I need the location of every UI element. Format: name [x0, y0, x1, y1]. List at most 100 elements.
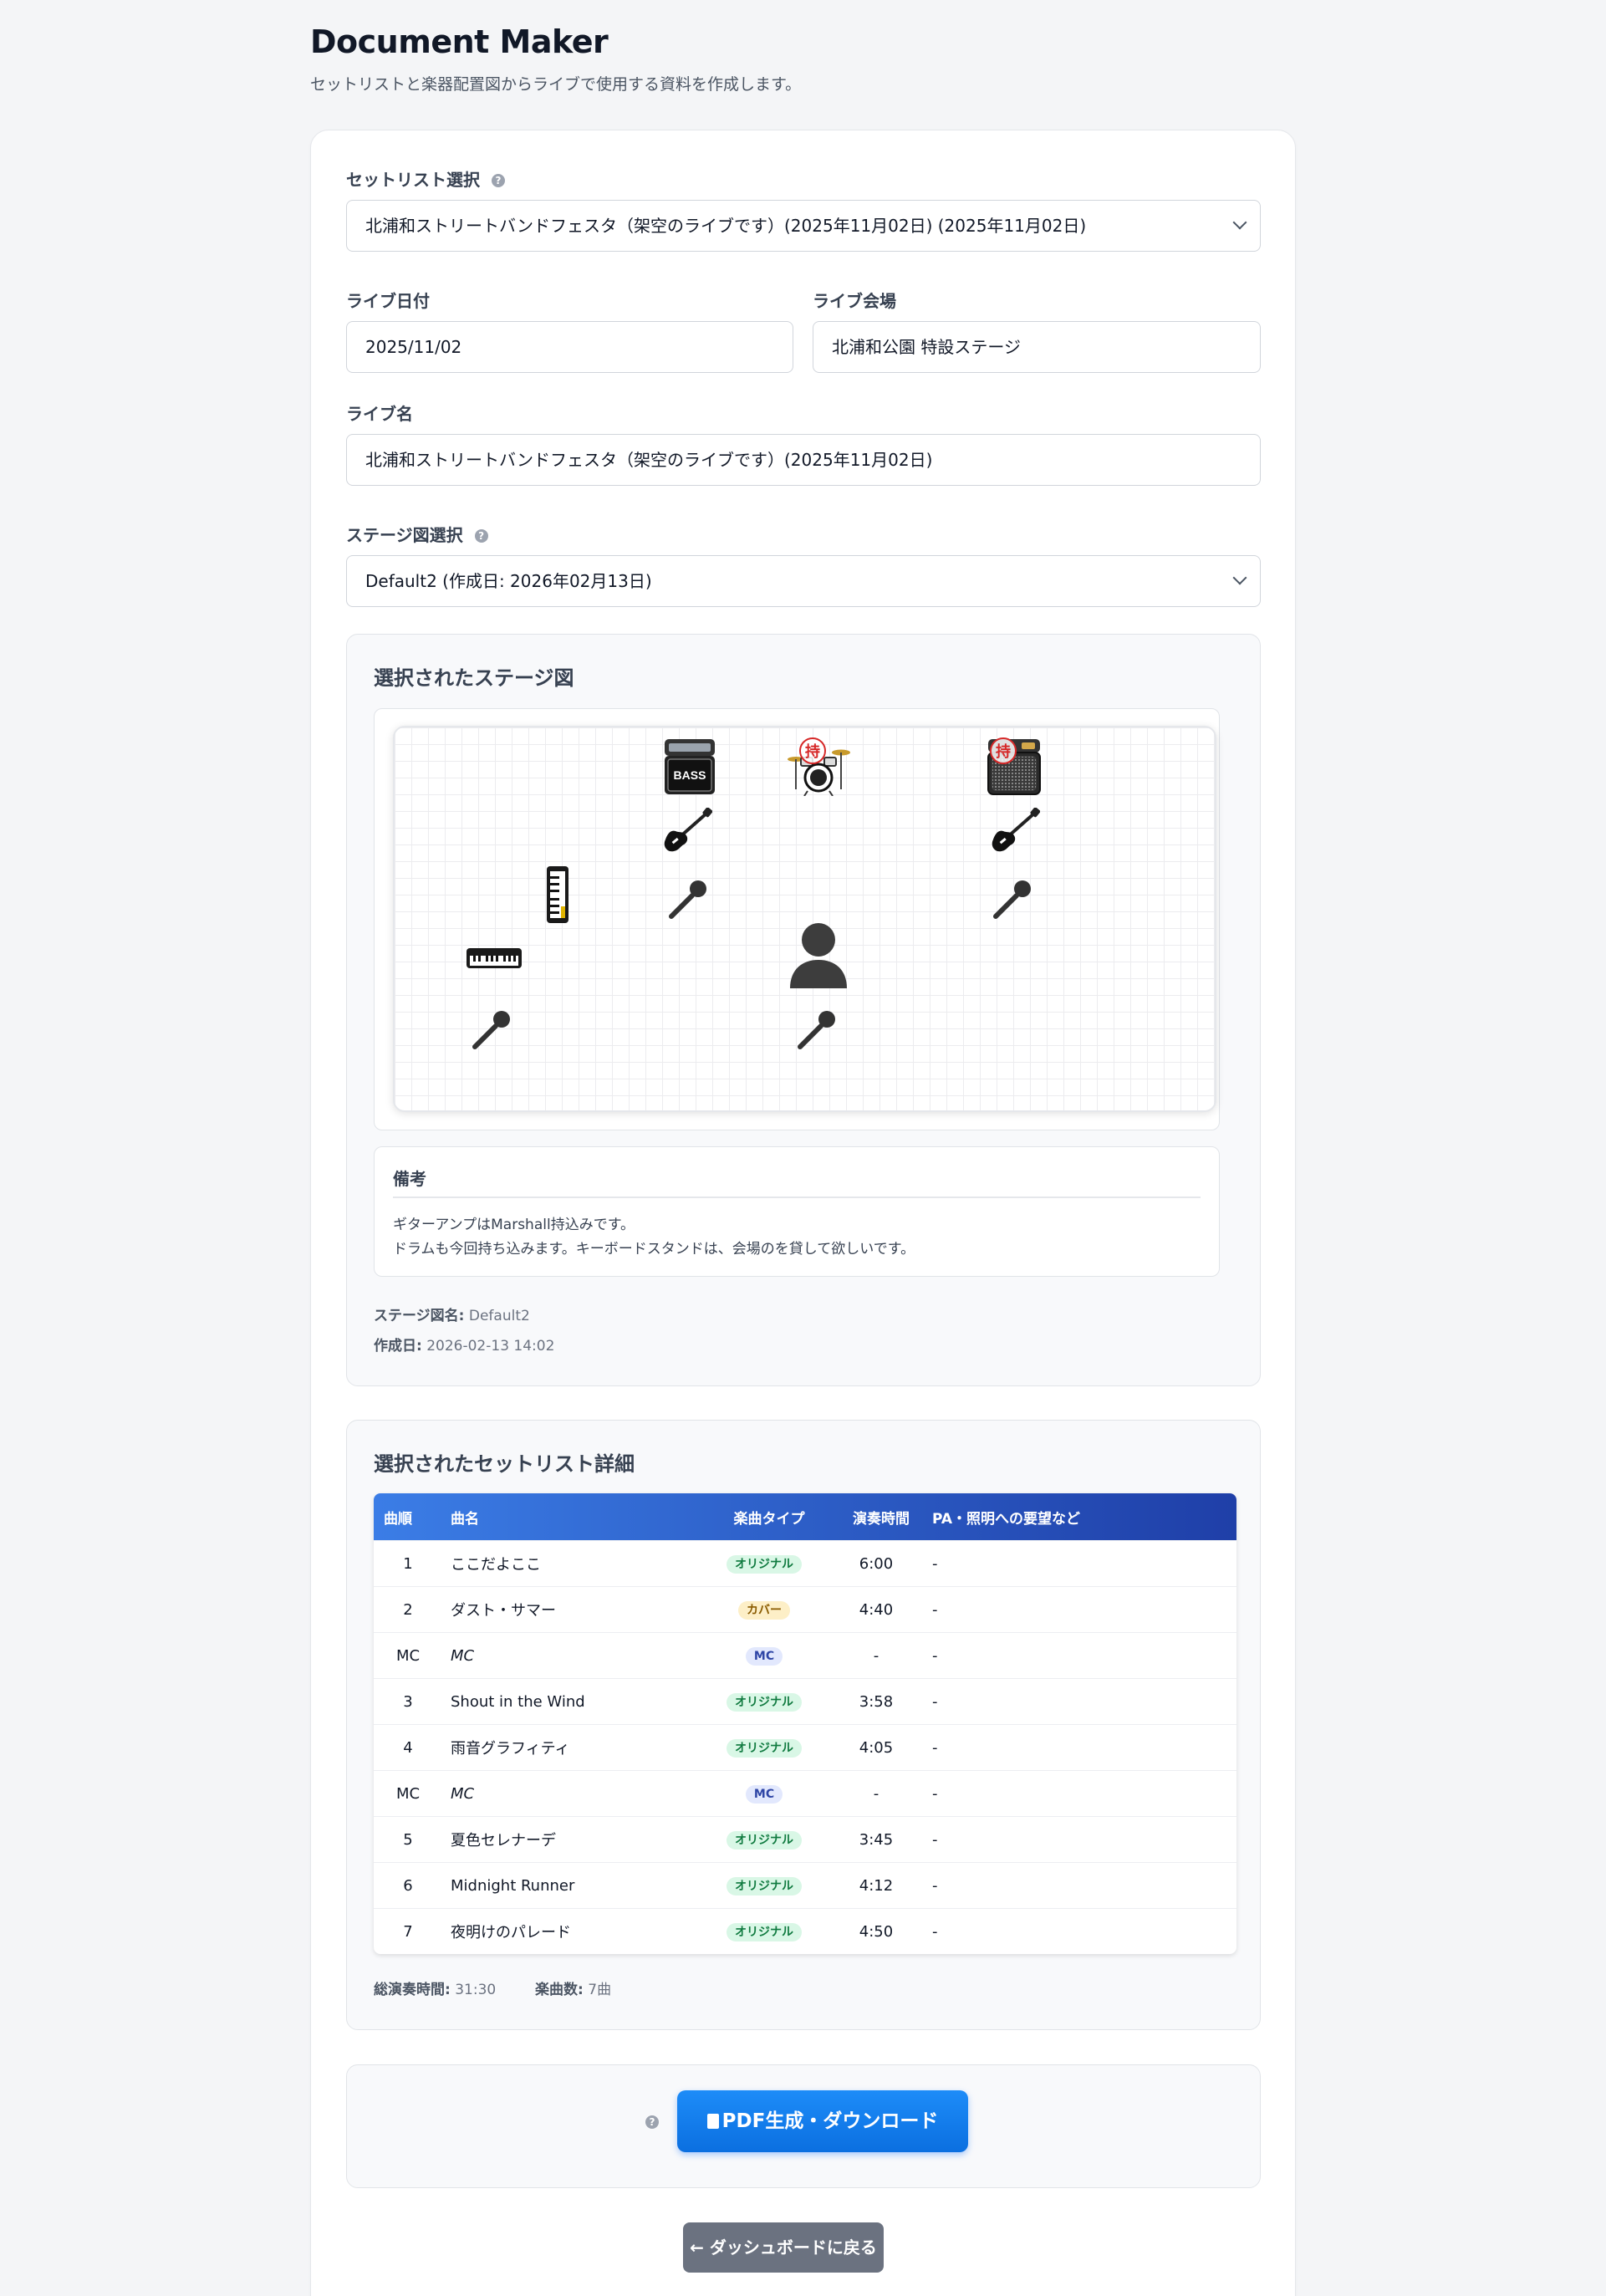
pdf-panel: ? PDF生成・ダウンロード: [346, 2064, 1261, 2188]
song-order: MC: [374, 1632, 442, 1678]
setlist-panel: 選択されたセットリスト詳細 曲順 曲名 楽曲タイプ 演奏時間 PA・照明への要望…: [346, 1420, 1261, 2030]
microphone-icon: [472, 1011, 510, 1049]
table-row: MC MC MC - -: [374, 1770, 1236, 1816]
song-order: 4: [374, 1724, 442, 1770]
pa-request: -: [922, 1540, 1236, 1586]
bass-guitar-icon: [664, 808, 712, 852]
song-order: 7: [374, 1908, 442, 1954]
chevron-down-icon: [1232, 570, 1247, 585]
help-icon[interactable]: ?: [492, 174, 505, 187]
back-to-dashboard-button[interactable]: ← ダッシュボードに戻る: [683, 2222, 884, 2273]
song-order: 1: [374, 1540, 442, 1586]
pa-request: -: [922, 1862, 1236, 1908]
drums-icon: 持: [788, 737, 850, 796]
song-title: ここだよここ: [442, 1540, 698, 1586]
bass-amp-label: BASS: [674, 768, 706, 782]
setlist-summary: 総演奏時間: 31:30 楽曲数: 7曲: [374, 1982, 612, 1998]
song-type-badge: オリジナル: [727, 1692, 802, 1712]
stage-panel: 選択されたステージ図 BASS 持 持 備考 ギターアンプはMarshall持込…: [346, 634, 1261, 1386]
song-title: ダスト・サマー: [442, 1586, 698, 1632]
table-row: 7 夜明けのパレード オリジナル 4:50 -: [374, 1908, 1236, 1954]
table-row: 3 Shout in the Wind オリジナル 3:58 -: [374, 1678, 1236, 1724]
pa-request: -: [922, 1632, 1236, 1678]
song-order: 3: [374, 1678, 442, 1724]
stage-meta-date: 作成日: 2026-02-13 14:02: [374, 1338, 555, 1355]
venue-label: ライブ会場: [813, 291, 896, 311]
person-icon: [790, 923, 847, 988]
column-header: PA・照明への要望など: [932, 1510, 1081, 1528]
stage-diagram: BASS 持 持: [393, 726, 1216, 1112]
own-equipment-mark: 持: [996, 742, 1011, 761]
date-input[interactable]: 2025/11/02: [346, 321, 793, 373]
setlist-table: 曲順 曲名 楽曲タイプ 演奏時間 PA・照明への要望など 1 ここだよここ オリ…: [374, 1493, 1236, 1954]
song-title: Shout in the Wind: [442, 1678, 698, 1724]
notes-line: ギターアンプはMarshall持込みです。: [393, 1217, 635, 1233]
table-row: MC MC MC - -: [374, 1632, 1236, 1678]
stage-notes: 備考 ギターアンプはMarshall持込みです。 ドラムも今回持ち込みます。キー…: [374, 1146, 1220, 1277]
live-name-label: ライブ名: [346, 404, 413, 424]
stage-panel-title: 選択されたステージ図: [374, 666, 574, 690]
song-title: 夏色セレナーデ: [442, 1816, 698, 1862]
guitar-icon: [992, 808, 1040, 852]
song-order: 2: [374, 1586, 442, 1632]
song-type-badge: オリジナル: [727, 1738, 802, 1758]
page-title: Document Maker: [310, 23, 609, 60]
song-title: MC: [442, 1632, 698, 1678]
table-row: 6 Midnight Runner オリジナル 4:12 -: [374, 1862, 1236, 1908]
bass-amp-icon: BASS: [665, 739, 715, 794]
file-pdf-icon: [706, 2114, 719, 2129]
notes-line: ドラムも今回持ち込みます。キーボードスタンドは、会場のを貸して欲しいです。: [393, 1241, 915, 1258]
song-order: 6: [374, 1862, 442, 1908]
song-type-badge: MC: [745, 1646, 783, 1666]
pa-request: -: [922, 1678, 1236, 1724]
song-count: 7曲: [588, 1982, 612, 1998]
microphone-icon: [798, 1011, 835, 1049]
song-order: 5: [374, 1816, 442, 1862]
song-duration: 6:00: [830, 1540, 922, 1586]
stage-select-label: ステージ図選択?: [346, 522, 488, 546]
setlist-select[interactable]: 北浦和ストリートバンドフェスタ（架空のライブです）(2025年11月02日) (…: [346, 200, 1261, 252]
table-header-row: 曲順 曲名 楽曲タイプ 演奏時間 PA・照明への要望など: [374, 1493, 1236, 1540]
date-label: ライブ日付: [346, 291, 430, 311]
setlist-select-label: セットリスト選択?: [346, 166, 505, 191]
microphone-icon: [669, 880, 706, 919]
pa-request: -: [922, 1816, 1236, 1862]
help-icon[interactable]: ?: [645, 2115, 659, 2129]
stage-select[interactable]: Default2 (作成日: 2026年02月13日): [346, 555, 1261, 607]
column-header: 演奏時間: [853, 1510, 910, 1528]
main-card: セットリスト選択? 北浦和ストリートバンドフェスタ（架空のライブです）(2025…: [310, 130, 1296, 2296]
setlist-select-value: 北浦和ストリートバンドフェスタ（架空のライブです）(2025年11月02日) (…: [365, 216, 1087, 236]
song-order: MC: [374, 1770, 442, 1816]
help-icon[interactable]: ?: [474, 529, 488, 543]
song-duration: 3:45: [830, 1816, 922, 1862]
stage-diagram-frame: BASS 持 持: [374, 708, 1220, 1130]
pdf-download-button[interactable]: PDF生成・ダウンロード: [677, 2090, 968, 2152]
song-type-badge: オリジナル: [727, 1830, 802, 1850]
setlist-panel-title: 選択されたセットリスト詳細: [374, 1452, 635, 1476]
keyboard-icon: [547, 866, 568, 923]
synth-keyboard-icon: [467, 948, 522, 968]
table-row: 5 夏色セレナーデ オリジナル 3:45 -: [374, 1816, 1236, 1862]
song-title: MC: [442, 1770, 698, 1816]
live-name-input[interactable]: 北浦和ストリートバンドフェスタ（架空のライブです）(2025年11月02日): [346, 434, 1261, 486]
song-duration: -: [830, 1632, 922, 1678]
song-type-badge: オリジナル: [727, 1876, 802, 1895]
song-duration: 4:12: [830, 1862, 922, 1908]
song-duration: 3:58: [830, 1678, 922, 1724]
table-row: 1 ここだよここ オリジナル 6:00 -: [374, 1540, 1236, 1586]
pa-request: -: [922, 1586, 1236, 1632]
table-row: 4 雨音グラフィティ オリジナル 4:05 -: [374, 1724, 1236, 1770]
song-title: 雨音グラフィティ: [442, 1724, 698, 1770]
song-type-badge: カバー: [738, 1600, 790, 1620]
song-duration: -: [830, 1770, 922, 1816]
pa-request: -: [922, 1770, 1236, 1816]
column-header: 曲順: [384, 1510, 412, 1528]
song-duration: 4:50: [830, 1908, 922, 1954]
song-type-badge: オリジナル: [727, 1554, 802, 1574]
song-duration: 4:40: [830, 1586, 922, 1632]
song-type-badge: オリジナル: [727, 1922, 802, 1941]
song-type-badge: MC: [745, 1784, 783, 1804]
page-subtitle: セットリストと楽器配置図からライブで使用する資料を作成します。: [310, 75, 802, 94]
total-duration: 31:30: [455, 1982, 497, 1998]
venue-input[interactable]: 北浦和公園 特設ステージ: [813, 321, 1261, 373]
